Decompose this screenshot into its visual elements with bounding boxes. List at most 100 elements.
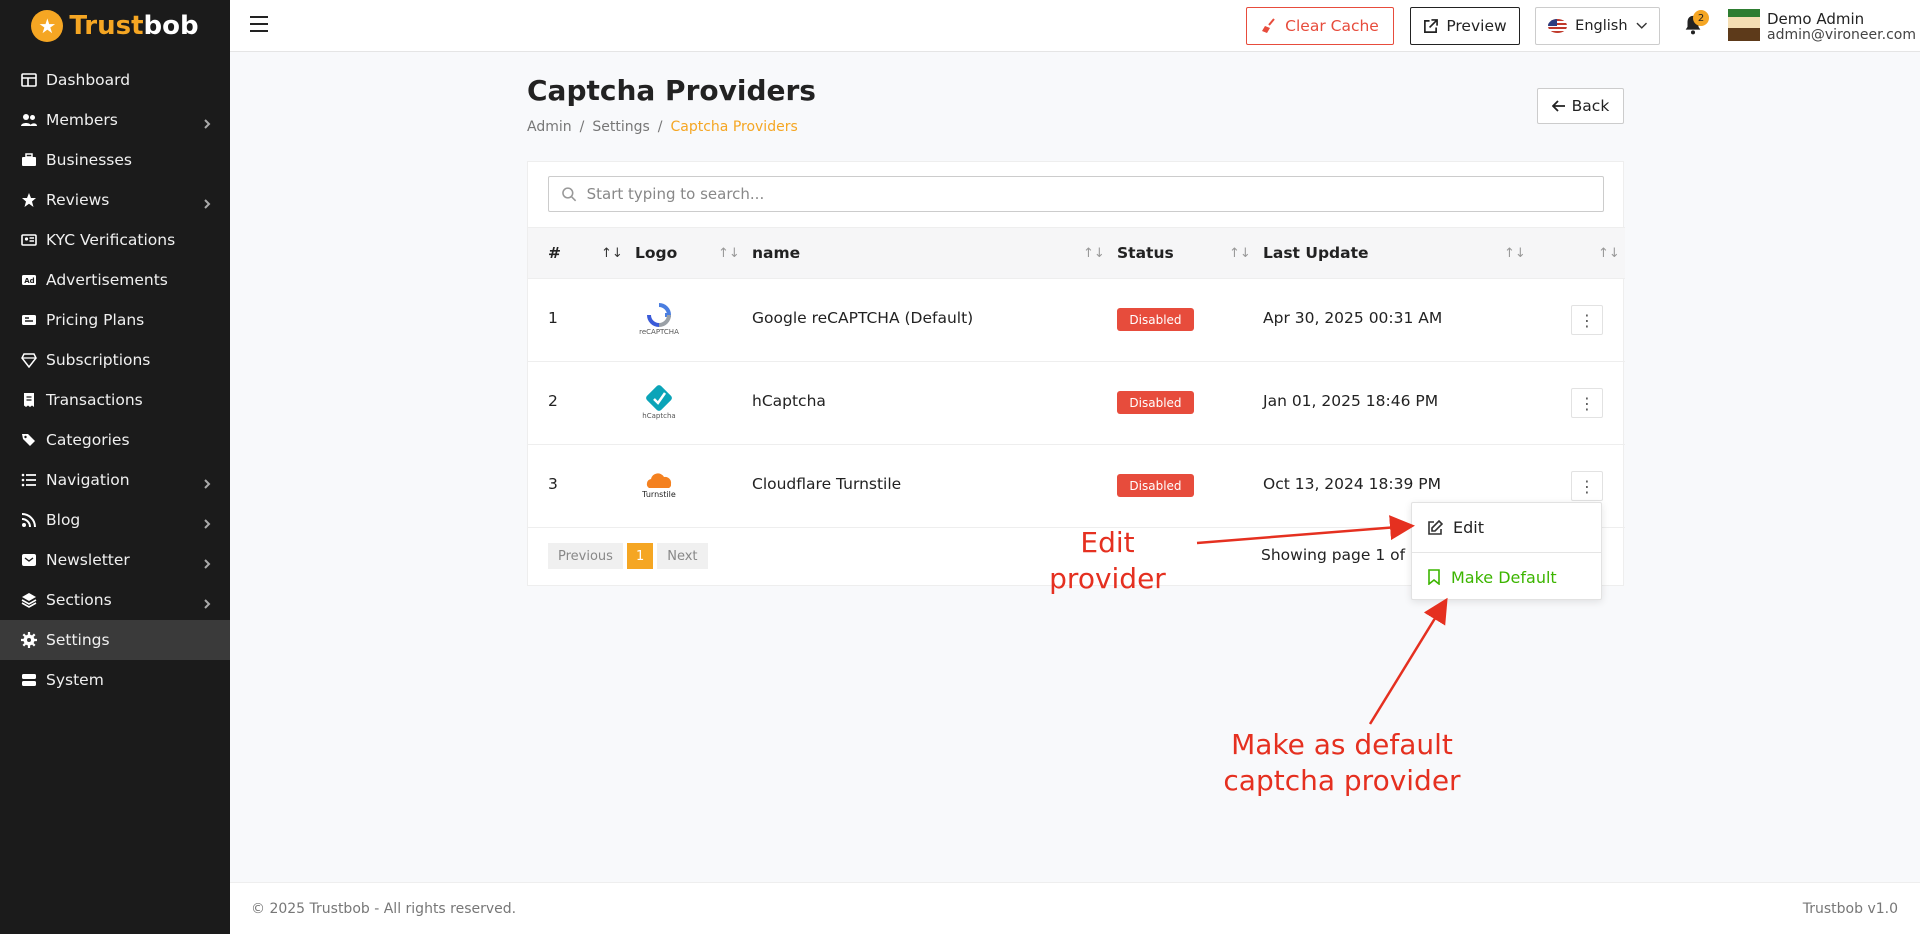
sidebar-item-navigation[interactable]: Navigation: [0, 460, 230, 500]
chevron-right-icon: [202, 195, 212, 209]
sidebar-item-label: Advertisements: [46, 271, 168, 289]
hcaptcha-icon: [646, 385, 672, 411]
notification-count-badge: 2: [1693, 10, 1709, 26]
sidebar-item-blog[interactable]: Blog: [0, 500, 230, 540]
sidebar-item-label: Members: [46, 111, 118, 129]
brand-logo[interactable]: ★ Trustbob: [0, 0, 230, 52]
list-icon: [20, 471, 38, 489]
col-status[interactable]: Status: [1117, 244, 1174, 262]
sidebar-item-label: System: [46, 671, 104, 689]
recaptcha-logo: reCAPTCHA: [639, 299, 679, 339]
breadcrumb-settings[interactable]: Settings: [592, 119, 649, 135]
col-number[interactable]: #: [548, 244, 561, 262]
chevron-right-icon: [202, 555, 212, 569]
col-last-update[interactable]: Last Update: [1263, 244, 1369, 262]
chevron-right-icon: [202, 595, 212, 609]
row-actions-menu: Edit Make Default: [1411, 502, 1602, 600]
make-default-menu-item[interactable]: Make Default: [1412, 552, 1601, 601]
clear-cache-label: Clear Cache: [1285, 17, 1379, 35]
clear-cache-button[interactable]: Clear Cache: [1246, 7, 1394, 45]
footer-version: Trustbob v1.0: [1802, 901, 1898, 917]
sidebar-item-newsletter[interactable]: Newsletter: [0, 540, 230, 580]
next-page-button[interactable]: Next: [657, 543, 708, 569]
col-name[interactable]: name: [752, 244, 800, 262]
chevron-right-icon: [202, 515, 212, 529]
status-badge: Disabled: [1117, 391, 1194, 414]
sidebar-item-system[interactable]: System: [0, 660, 230, 700]
sidebar-item-dashboard[interactable]: Dashboard: [0, 60, 230, 100]
row-number: 1: [548, 309, 558, 327]
table-row: 1 reCAPTCHA Google reCAPTCHA (Default) D…: [528, 279, 1625, 362]
arrow-left-icon: [1551, 100, 1565, 112]
gear-icon: [20, 631, 38, 649]
sort-icon[interactable]: ↑↓: [1598, 246, 1620, 262]
avatar[interactable]: [1728, 9, 1760, 41]
logo-caption: reCAPTCHA: [639, 328, 679, 336]
row-actions-button[interactable]: ⋮: [1571, 305, 1603, 335]
col-logo[interactable]: Logo: [635, 244, 677, 262]
recaptcha-icon: [647, 303, 672, 327]
sidebar-item-kyc-verifications[interactable]: KYC Verifications: [0, 220, 230, 260]
edit-icon: [1428, 519, 1443, 535]
briefcase-icon: [20, 151, 38, 169]
row-number: 2: [548, 392, 558, 410]
sidebar-item-subscriptions[interactable]: Subscriptions: [0, 340, 230, 380]
ad-icon: Ad: [20, 271, 38, 289]
search-input[interactable]: [586, 185, 1591, 203]
sidebar-item-pricing-plans[interactable]: Pricing Plans: [0, 300, 230, 340]
sidebar-item-transactions[interactable]: Transactions: [0, 380, 230, 420]
server-icon: [20, 671, 38, 689]
sidebar-item-label: Pricing Plans: [46, 311, 145, 329]
sidebar-item-label: Categories: [46, 431, 130, 449]
bookmark-icon: [1428, 569, 1440, 585]
sort-icon[interactable]: ↑↓: [1083, 246, 1105, 262]
last-update: Apr 30, 2025 00:31 AM: [1263, 309, 1443, 327]
external-link-icon: [1424, 18, 1439, 33]
hamburger-menu-icon[interactable]: [250, 16, 268, 34]
breadcrumb-current: Captcha Providers: [670, 119, 798, 135]
user-email: admin@vironeer.com: [1767, 27, 1916, 43]
search-box: [548, 176, 1604, 212]
sort-icon[interactable]: ↑↓: [1504, 246, 1526, 262]
footer-copyright: © 2025 Trustbob - All rights reserved.: [251, 901, 517, 917]
back-label: Back: [1571, 97, 1610, 115]
page-1-button[interactable]: 1: [626, 543, 654, 569]
sidebar-item-businesses[interactable]: Businesses: [0, 140, 230, 180]
language-select[interactable]: English: [1535, 7, 1660, 45]
back-button[interactable]: Back: [1537, 88, 1624, 124]
sidebar-item-label: Settings: [46, 631, 110, 649]
row-actions-button[interactable]: ⋮: [1571, 471, 1603, 501]
sidebar-item-members[interactable]: Members: [0, 100, 230, 140]
provider-name: hCaptcha: [752, 392, 826, 410]
status-badge: Disabled: [1117, 308, 1194, 331]
sidebar: ★ Trustbob Dashboard Members Businesses Rev…: [0, 0, 230, 934]
row-number: 3: [548, 475, 558, 493]
provider-name: Cloudflare Turnstile: [752, 475, 902, 493]
sidebar-item-label: Blog: [46, 511, 81, 529]
edit-label: Edit: [1453, 518, 1484, 537]
tags-icon: [20, 431, 38, 449]
breadcrumb-admin[interactable]: Admin: [527, 119, 572, 135]
row-actions-button[interactable]: ⋮: [1571, 388, 1603, 418]
sort-icon[interactable]: ↑↓: [1229, 246, 1251, 262]
sidebar-item-sections[interactable]: Sections: [0, 580, 230, 620]
user-name[interactable]: Demo Admin: [1767, 10, 1864, 28]
brand-name-part1: Trust: [69, 11, 144, 41]
logo-caption: hCaptcha: [642, 412, 676, 420]
receipt-icon: [20, 391, 38, 409]
edit-menu-item[interactable]: Edit: [1412, 503, 1601, 552]
sort-icon[interactable]: ↑↓: [718, 246, 740, 262]
sidebar-item-reviews[interactable]: Reviews: [0, 180, 230, 220]
sidebar-item-settings[interactable]: Settings: [0, 620, 230, 660]
sidebar-item-advertisements[interactable]: Ad Advertisements: [0, 260, 230, 300]
sidebar-item-categories[interactable]: Categories: [0, 420, 230, 460]
annotation-default-line2: captcha provider: [1223, 764, 1461, 797]
sort-asc-icon[interactable]: ↑↓: [601, 246, 623, 262]
sidebar-nav: Dashboard Members Businesses Reviews KYC Ver…: [0, 60, 230, 700]
prev-page-button[interactable]: Previous: [548, 543, 623, 569]
sidebar-item-label: Transactions: [46, 391, 143, 409]
sidebar-item-label: Reviews: [46, 191, 110, 209]
preview-button[interactable]: Preview: [1410, 7, 1520, 45]
us-flag-icon: [1548, 19, 1568, 33]
svg-text:Ad: Ad: [24, 277, 34, 285]
